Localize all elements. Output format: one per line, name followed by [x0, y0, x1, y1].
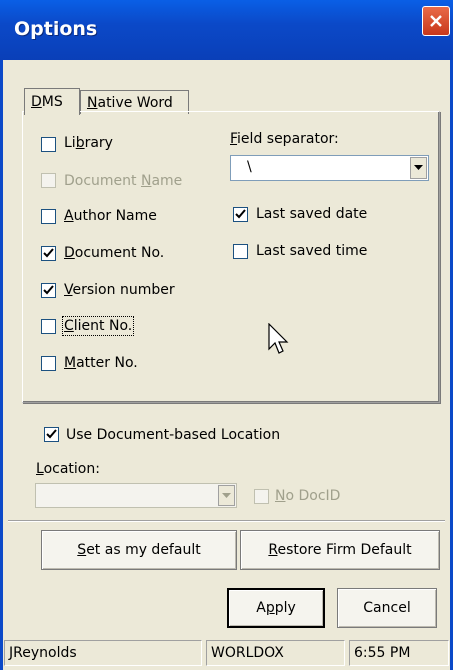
tab-native-word-label: Native Word [87, 94, 173, 111]
status-time-text: 6:55 PM [354, 645, 411, 661]
document-name-label: Document Name [64, 173, 183, 189]
tab-dms[interactable]: DMS [24, 88, 80, 115]
client-no-label: Client No. [61, 316, 135, 336]
document-name-checkbox[interactable] [41, 173, 56, 188]
status-user-text: JReynolds [9, 645, 77, 661]
version-number-label: Version number [64, 282, 175, 298]
checkmark-icon [46, 429, 57, 439]
set-as-default-label: Set as my default [77, 542, 201, 558]
chevron-down-icon [414, 165, 423, 170]
set-as-default-button[interactable]: Set as my default [41, 530, 237, 570]
close-button[interactable] [422, 6, 450, 36]
library-label: Library [64, 135, 113, 151]
status-app-text: WORLDOX [211, 645, 284, 661]
last-saved-time-label: Last saved time [256, 243, 368, 259]
tab-dms-label: DMS [31, 94, 63, 110]
cancel-label: Cancel [363, 600, 411, 616]
cancel-button[interactable]: Cancel [337, 588, 437, 628]
matter-no-checkbox[interactable] [41, 356, 56, 371]
field-separator-value: \ [247, 159, 252, 175]
field-separator-label: Field separator: [230, 131, 339, 147]
library-checkbox[interactable] [41, 137, 56, 152]
last-saved-date-checkbox[interactable] [233, 207, 248, 222]
no-docid-label: No DocID [275, 488, 341, 504]
last-saved-time-checkbox[interactable] [233, 244, 248, 259]
document-no-label: Document No. [64, 245, 165, 261]
author-name-checkbox[interactable] [41, 209, 56, 224]
field-separator-dropdown[interactable]: \ [230, 155, 429, 181]
dropdown-arrow-button[interactable] [410, 157, 427, 179]
last-saved-date-label: Last saved date [256, 206, 368, 222]
mouse-cursor-icon [268, 323, 289, 354]
use-document-location-label: Use Document-based Location [66, 427, 281, 443]
apply-button[interactable]: Apply [227, 588, 325, 628]
separator [8, 520, 445, 522]
status-app: WORLDOX [206, 640, 345, 666]
location-label: Location: [36, 461, 100, 477]
client-no-checkbox[interactable] [41, 319, 56, 334]
matter-no-label: Matter No. [64, 355, 138, 371]
document-no-checkbox[interactable] [41, 246, 56, 261]
chevron-down-icon [222, 492, 231, 498]
status-time: 6:55 PM [349, 640, 449, 666]
dropdown-arrow-button[interactable] [218, 485, 235, 506]
checkmark-icon [43, 248, 54, 258]
version-number-checkbox[interactable] [41, 283, 56, 298]
apply-label: Apply [256, 600, 296, 616]
close-icon [430, 15, 442, 27]
use-document-location-checkbox[interactable] [44, 427, 59, 442]
window-title: Options [14, 18, 98, 40]
author-name-label: Author Name [64, 208, 157, 224]
checkmark-icon [43, 285, 54, 295]
location-dropdown[interactable] [35, 483, 237, 508]
restore-firm-default-label: Restore Firm Default [268, 542, 412, 558]
no-docid-checkbox[interactable] [254, 489, 269, 504]
status-user: JReynolds [4, 640, 202, 666]
checkmark-icon [235, 209, 246, 219]
restore-firm-default-button[interactable]: Restore Firm Default [240, 530, 440, 570]
